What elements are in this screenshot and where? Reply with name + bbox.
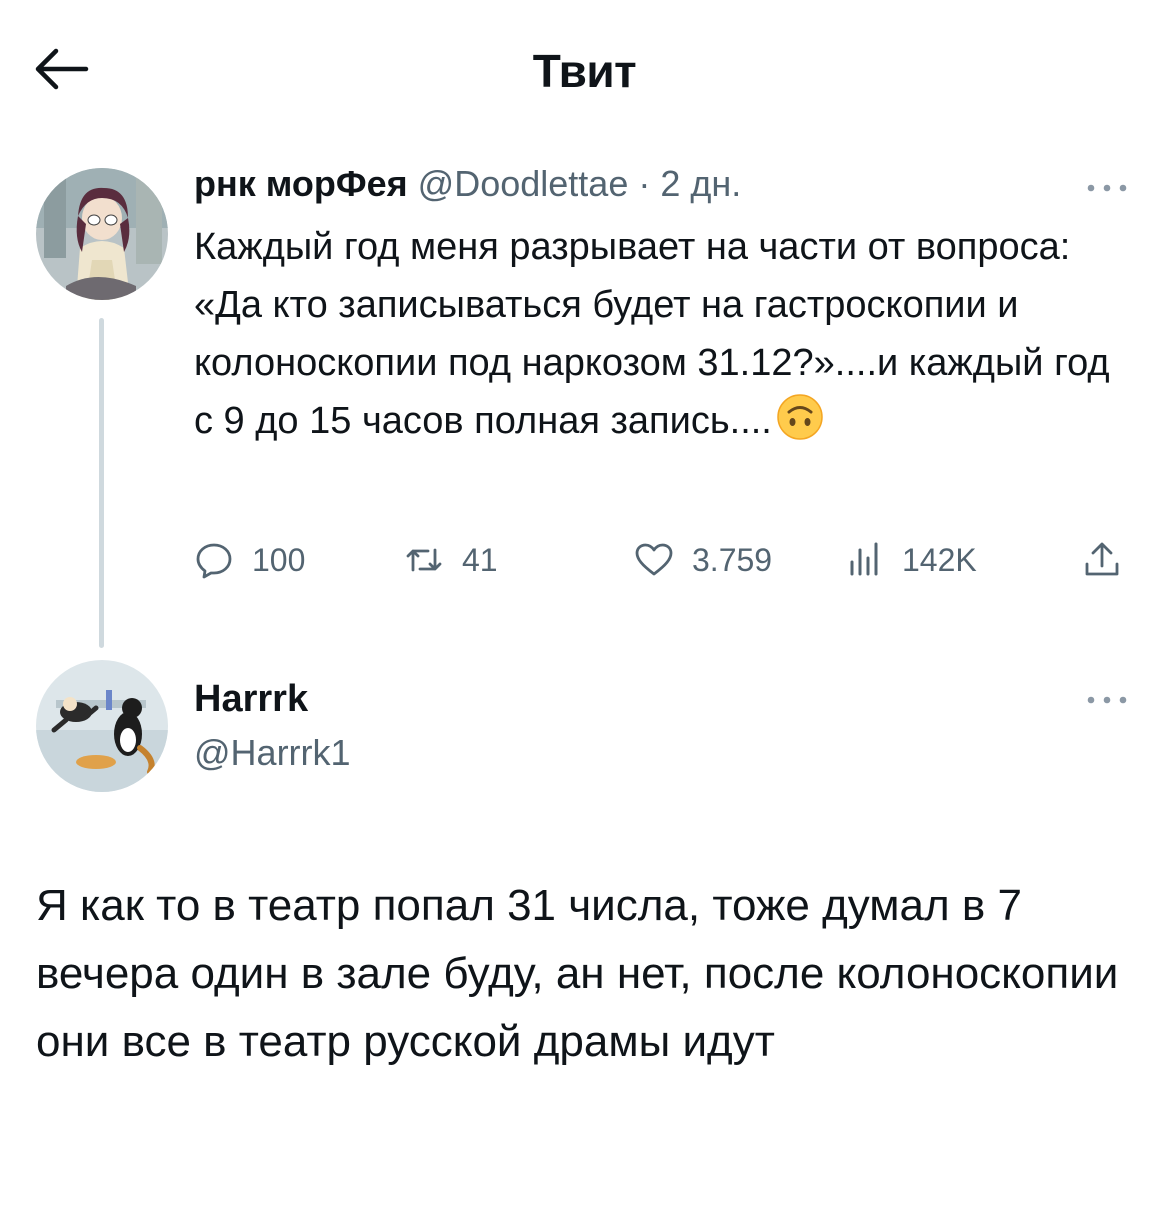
- views-chart-icon: [850, 542, 878, 576]
- tweet1-author-line: рнк морФея @Doodlettae · 2 дн.: [194, 163, 741, 213]
- like-button[interactable]: 3.759: [634, 530, 772, 590]
- reply-button[interactable]: 100: [194, 530, 305, 590]
- share-button[interactable]: [1082, 530, 1122, 590]
- tweet2-author-handle[interactable]: @Harrrk1: [194, 732, 351, 774]
- tweet2-author-name[interactable]: Harrrk: [194, 678, 308, 721]
- tweet1-timestamp[interactable]: 2 дн.: [660, 163, 741, 204]
- share-icon: [1085, 542, 1119, 576]
- more-horizontal-icon: [1087, 696, 1127, 704]
- tweet1-text: Каждый год меня разрывает на части от во…: [194, 218, 1134, 450]
- page-title: Твит: [532, 45, 637, 97]
- tweet1-author-name[interactable]: рнк морФея: [194, 163, 408, 204]
- like-count: 3.759: [692, 541, 773, 578]
- views-count: 142K: [902, 541, 977, 578]
- tweet2-more-button[interactable]: [1082, 690, 1132, 710]
- views-button[interactable]: 142K: [844, 530, 977, 590]
- tweet2-text: Я как то в театр попал 31 числа, тоже ду…: [36, 881, 1119, 1066]
- header: Твит: [0, 0, 1169, 130]
- reply-count: 100: [252, 541, 306, 578]
- anime-girl-avatar-image: [36, 168, 168, 300]
- avatar-doodlettae[interactable]: [36, 168, 168, 300]
- retweet-count: 41: [462, 541, 498, 578]
- retweet-button[interactable]: 41: [404, 530, 498, 590]
- tweet1-more-button[interactable]: [1082, 178, 1132, 198]
- comment-icon: [196, 543, 232, 579]
- tweet1-author-handle[interactable]: @Doodlettae: [418, 163, 629, 204]
- avatar-harrrk[interactable]: [36, 660, 168, 792]
- thread-connector-line: [99, 318, 104, 648]
- tweet1-action-bar: 100 41 3.759 142K: [194, 530, 1144, 590]
- tweet1-text-body: Каждый год меня разрывает на части от во…: [194, 226, 1110, 442]
- retweet-icon: [406, 548, 442, 572]
- more-horizontal-icon: [1087, 184, 1127, 192]
- cartoon-scene-avatar-image: [36, 660, 168, 792]
- heart-icon: [635, 543, 673, 576]
- tweet-page: Твит рнк морФея @Doodlettae · 2 дн. Кажд…: [0, 0, 1169, 1222]
- upside-down-face-emoji-icon: [776, 393, 824, 441]
- tweet1-separator: ·: [638, 163, 651, 204]
